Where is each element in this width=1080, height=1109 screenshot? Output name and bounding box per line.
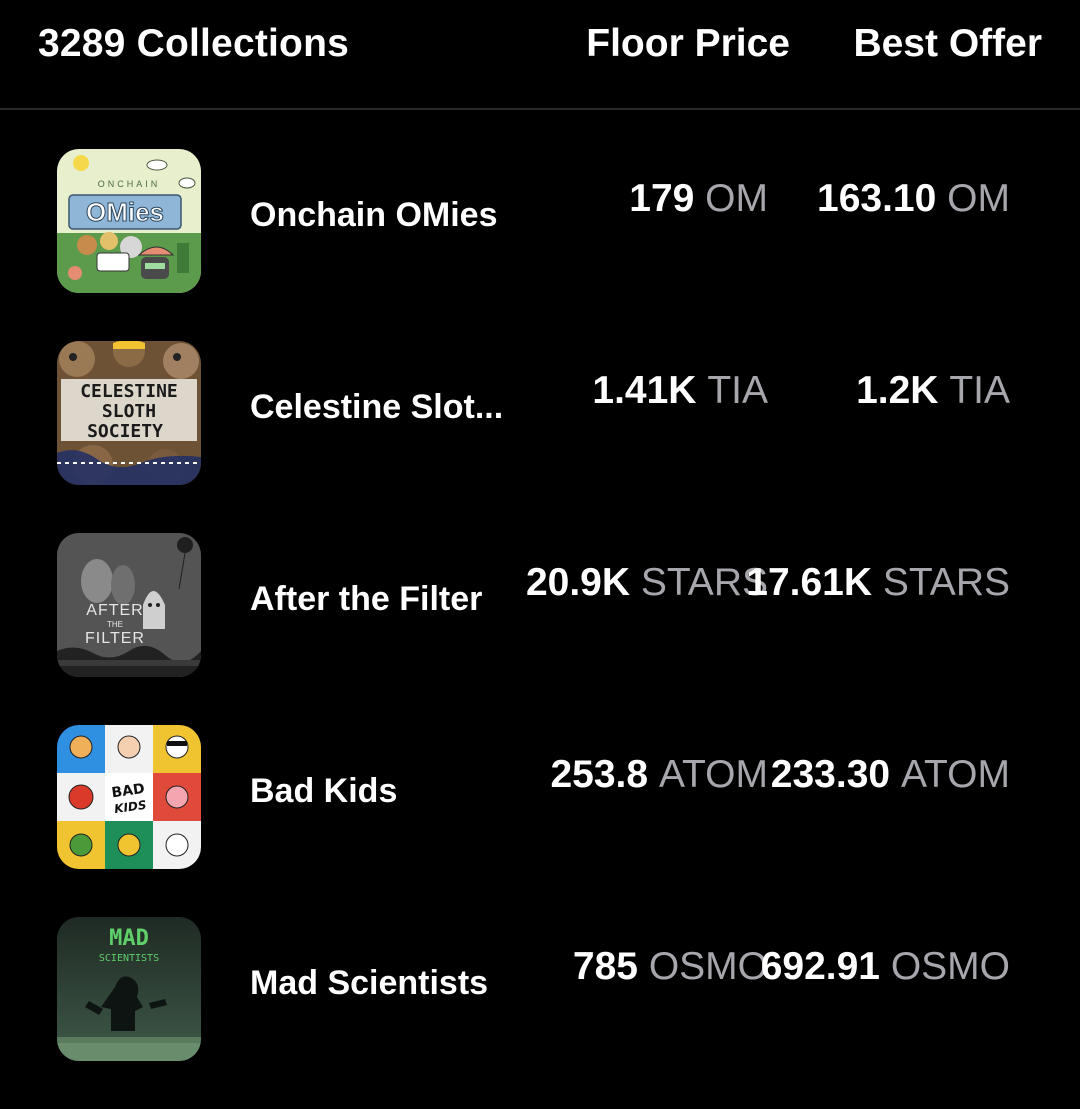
collection-name: Celestine Slot... xyxy=(250,388,504,426)
collection-name: After the Filter xyxy=(250,580,483,618)
floor-price-column-header[interactable]: Floor Price xyxy=(586,22,790,66)
svg-text:CELESTINE: CELESTINE xyxy=(80,381,178,402)
best-offer: 233.30 ATOM xyxy=(770,753,1010,796)
list-header: 3289 Collections Floor Price Best Offer xyxy=(0,0,1080,110)
collection-name: Onchain OMies xyxy=(250,196,498,234)
collection-thumbnail: ONCHAIN OMies xyxy=(57,149,201,293)
floor-price: 20.9K STARS xyxy=(525,561,768,604)
svg-text:OMies: OMies xyxy=(86,197,164,227)
floor-price: 785 OSMO xyxy=(572,945,768,988)
best-offer-column-header[interactable]: Best Offer xyxy=(853,22,1042,66)
svg-text:THE: THE xyxy=(107,620,123,629)
svg-text:SOCIETY: SOCIETY xyxy=(87,421,163,442)
collection-row-after-the-filter[interactable]: AFTER THE FILTER After the Filter 20.9K … xyxy=(0,533,1080,725)
svg-text:SLOTH: SLOTH xyxy=(102,401,156,422)
svg-text:FILTER: FILTER xyxy=(85,630,145,647)
collection-thumbnail: MAD SCIENTISTS xyxy=(57,917,201,1061)
floor-price: 179 OM xyxy=(629,177,768,220)
best-offer: 1.2K TIA xyxy=(856,369,1010,412)
collection-row-mad-scientists[interactable]: MAD SCIENTISTS Mad Scientists 785 OSMO 6… xyxy=(0,917,1080,1109)
collection-thumbnail: BAD KIDS xyxy=(57,725,201,869)
svg-text:ONCHAIN: ONCHAIN xyxy=(98,179,161,189)
best-offer: 163.10 OM xyxy=(817,177,1010,220)
svg-text:MAD: MAD xyxy=(109,926,149,951)
floor-price: 253.8 ATOM xyxy=(550,753,768,796)
collection-name: Bad Kids xyxy=(250,772,398,810)
collection-row-onchain-omies[interactable]: ONCHAIN OMies Onchain OMies 179 OM 163.1… xyxy=(0,149,1080,341)
collection-row-celestine-sloth-society[interactable]: CELESTINE SLOTH SOCIETY Celestine Slot..… xyxy=(0,341,1080,533)
collection-thumbnail: AFTER THE FILTER xyxy=(57,533,201,677)
collection-name: Mad Scientists xyxy=(250,964,489,1002)
collection-row-bad-kids[interactable]: BAD KIDS Bad Kids 253.8 ATOM 233.30 ATOM xyxy=(0,725,1080,917)
collection-thumbnail: CELESTINE SLOTH SOCIETY xyxy=(57,341,201,485)
svg-text:SCIENTISTS: SCIENTISTS xyxy=(99,953,159,964)
svg-text:AFTER: AFTER xyxy=(86,602,143,619)
best-offer: 692.91 OSMO xyxy=(760,945,1010,988)
best-offer: 17.61K STARS xyxy=(746,561,1010,604)
collections-count: 3289 Collections xyxy=(38,22,349,65)
floor-price: 1.41K TIA xyxy=(592,369,768,412)
